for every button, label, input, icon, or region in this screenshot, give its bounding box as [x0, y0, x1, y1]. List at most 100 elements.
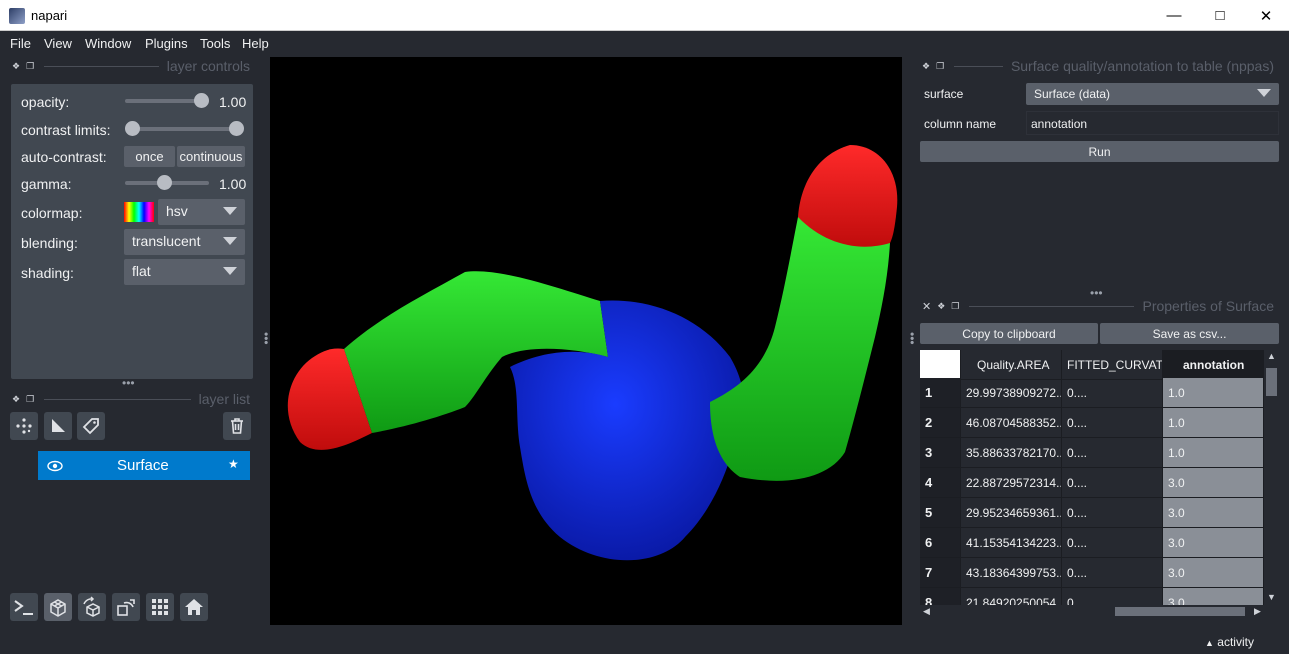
transpose-button[interactable] [112, 593, 140, 621]
cell-curvature[interactable]: 0.... [1062, 438, 1163, 468]
cell-annotation[interactable]: 3.0 [1163, 468, 1264, 498]
cell-area[interactable]: 46.08704588352... [961, 408, 1062, 438]
copy-to-clipboard-button[interactable]: Copy to clipboard [920, 323, 1098, 344]
table-row[interactable]: 5 29.95234659361... 0.... 3.0 [920, 498, 1265, 528]
row-index[interactable]: 1 [920, 378, 961, 408]
table-horizontal-scrollbar[interactable]: ◀ ▶ [920, 605, 1265, 618]
cell-curvature[interactable]: 0.... [1062, 468, 1163, 498]
cell-annotation[interactable]: 1.0 [1163, 438, 1264, 468]
grid-view-button[interactable] [146, 593, 174, 621]
cell-curvature[interactable]: 0.... [1062, 528, 1163, 558]
cell-annotation[interactable]: 3.0 [1163, 558, 1264, 588]
row-index[interactable]: 4 [920, 468, 961, 498]
scroll-down-icon[interactable]: ▼ [1267, 592, 1276, 602]
table-row[interactable]: 3 35.88633782170... 0.... 1.0 [920, 438, 1265, 468]
roll-dimensions-button[interactable] [78, 593, 106, 621]
minimize-button[interactable]: — [1151, 0, 1197, 31]
new-points-layer-button[interactable] [10, 412, 38, 440]
menu-tools[interactable]: Tools [200, 36, 230, 51]
layer-item-surface[interactable]: Surface ★ [38, 451, 250, 480]
cell-area[interactable]: 22.88729572314... [961, 468, 1062, 498]
cell-area[interactable]: 43.18364399753... [961, 558, 1062, 588]
table-corner[interactable] [920, 350, 961, 380]
contrast-limits-slider[interactable] [132, 127, 236, 131]
row-index[interactable]: 6 [920, 528, 961, 558]
shading-dropdown[interactable]: flat [124, 259, 245, 285]
float-dock-icon[interactable]: ❖ [12, 394, 20, 405]
dock-resize-handle[interactable]: ••• [122, 376, 135, 390]
viewer-canvas[interactable] [270, 57, 902, 625]
maximize-button[interactable]: □ [1197, 0, 1243, 31]
save-as-csv-button[interactable]: Save as csv... [1100, 323, 1279, 344]
new-labels-layer-button[interactable] [77, 412, 105, 440]
table-row[interactable]: 2 46.08704588352... 0.... 1.0 [920, 408, 1265, 438]
float-dock-icon[interactable]: ❖ [12, 61, 20, 72]
close-button[interactable]: ✕ [1243, 0, 1289, 31]
menu-view[interactable]: View [44, 36, 72, 51]
column-header-curvature[interactable]: FITTED_CURVATUR [1062, 350, 1163, 380]
column-name-input[interactable]: annotation [1026, 111, 1279, 135]
contrast-max-handle[interactable] [229, 121, 244, 136]
auto-contrast-once-button[interactable]: once [124, 146, 175, 167]
row-index[interactable]: 5 [920, 498, 961, 528]
new-shapes-layer-button[interactable] [44, 412, 72, 440]
undock-icon[interactable]: ❐ [26, 394, 34, 405]
vertical-scroll-thumb[interactable] [1266, 368, 1277, 396]
cell-area[interactable]: 35.88633782170... [961, 438, 1062, 468]
cell-curvature[interactable]: 0.... [1062, 498, 1163, 528]
gamma-value: 1.00 [219, 176, 247, 192]
scroll-right-icon[interactable]: ▶ [1254, 606, 1261, 617]
menu-window[interactable]: Window [85, 36, 131, 51]
table-row[interactable]: 1 29.99738909272... 0.... 1.0 [920, 378, 1265, 408]
eye-icon[interactable] [47, 460, 63, 472]
undock-icon[interactable]: ❐ [26, 61, 34, 72]
close-icon[interactable]: ✕ [922, 300, 931, 313]
auto-contrast-continuous-button[interactable]: continuous [177, 146, 245, 167]
gamma-label: gamma: [21, 176, 72, 192]
right-dock-resize-handle[interactable]: ••• [905, 332, 919, 345]
cell-curvature[interactable]: 0.... [1062, 558, 1163, 588]
surface-dropdown[interactable]: Surface (data) [1026, 83, 1279, 105]
menu-plugins[interactable]: Plugins [145, 36, 188, 51]
opacity-slider-handle[interactable] [194, 93, 209, 108]
scroll-up-icon[interactable]: ▲ [1267, 351, 1276, 361]
run-button[interactable]: Run [920, 141, 1279, 162]
cell-area[interactable]: 41.15354134223... [961, 528, 1062, 558]
console-button[interactable] [10, 593, 38, 621]
delete-layer-button[interactable] [223, 412, 251, 440]
column-header-annotation[interactable]: annotation [1163, 350, 1264, 380]
gamma-slider-handle[interactable] [157, 175, 172, 190]
cell-curvature[interactable]: 0.... [1062, 408, 1163, 438]
contrast-min-handle[interactable] [125, 121, 140, 136]
column-name-label: column name [924, 117, 997, 131]
cell-annotation[interactable]: 3.0 [1163, 498, 1264, 528]
table-row[interactable]: 4 22.88729572314... 0.... 3.0 [920, 468, 1265, 498]
cell-area[interactable]: 29.95234659361... [961, 498, 1062, 528]
cell-annotation[interactable]: 1.0 [1163, 378, 1264, 408]
scroll-left-icon[interactable]: ◀ [923, 606, 930, 617]
undock-icon[interactable]: ❐ [936, 61, 944, 72]
cell-annotation[interactable]: 3.0 [1163, 528, 1264, 558]
colormap-swatch [124, 202, 154, 222]
menu-file[interactable]: File [10, 36, 31, 51]
column-header-area[interactable]: Quality.AREA [961, 350, 1062, 380]
cell-annotation[interactable]: 1.0 [1163, 408, 1264, 438]
row-index[interactable]: 7 [920, 558, 961, 588]
ndisplay-toggle-button[interactable] [44, 593, 72, 621]
cell-area[interactable]: 29.99738909272... [961, 378, 1062, 408]
horizontal-scroll-thumb[interactable] [1115, 607, 1245, 616]
table-row[interactable]: 6 41.15354134223... 0.... 3.0 [920, 528, 1265, 558]
table-row[interactable]: 7 43.18364399753... 0.... 3.0 [920, 558, 1265, 588]
colormap-dropdown[interactable]: hsv [158, 199, 245, 225]
row-index[interactable]: 3 [920, 438, 961, 468]
float-dock-icon[interactable]: ❖ [922, 61, 930, 72]
cell-curvature[interactable]: 0.... [1062, 378, 1163, 408]
reset-view-button[interactable] [180, 593, 208, 621]
blending-dropdown[interactable]: translucent [124, 229, 245, 255]
table-vertical-scrollbar[interactable]: ▲ ▼ [1265, 351, 1278, 606]
undock-icon[interactable]: ❐ [951, 301, 959, 312]
activity-button[interactable]: ▲ activity [1205, 635, 1254, 649]
row-index[interactable]: 2 [920, 408, 961, 438]
menu-help[interactable]: Help [242, 36, 269, 51]
float-dock-icon[interactable]: ❖ [937, 301, 945, 312]
